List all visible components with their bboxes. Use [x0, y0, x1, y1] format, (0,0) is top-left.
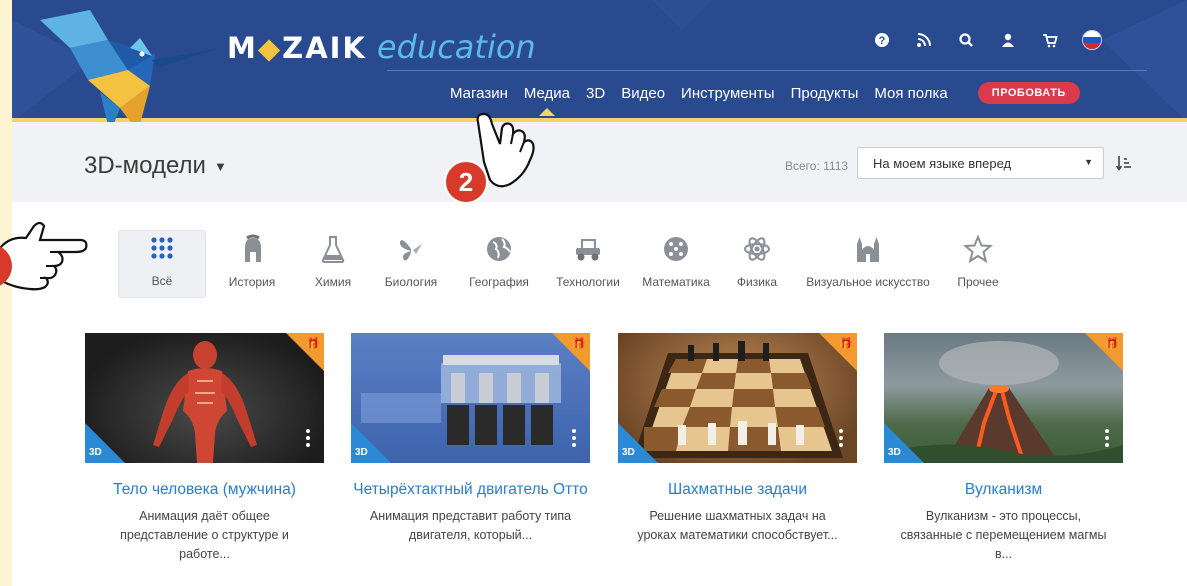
card-title[interactable]: Шахматные задачи: [618, 480, 857, 500]
more-options-icon[interactable]: [572, 429, 578, 450]
hummingbird-logo[interactable]: [30, 8, 220, 122]
gift-icon: 🎁: [1105, 338, 1119, 350]
more-options-icon[interactable]: [839, 429, 845, 450]
page-title-dropdown[interactable]: 3D-модели ▼: [84, 152, 227, 180]
badge-3d-label: 3D: [355, 447, 368, 458]
gift-icon: 🎁: [572, 338, 586, 350]
grid-icon: [145, 231, 179, 265]
category-geography[interactable]: География: [454, 230, 544, 298]
nav-shop[interactable]: Магазин: [442, 85, 516, 102]
star-icon: [961, 232, 995, 266]
sort-order-icon[interactable]: [1115, 154, 1133, 172]
nav-products[interactable]: Продукты: [783, 85, 867, 102]
cart-icon[interactable]: [1040, 30, 1060, 50]
card-thumbnail[interactable]: 🎁 3D: [884, 333, 1123, 463]
media-card[interactable]: 🎁 3D Тело человека (мужчина) Анимация да…: [85, 333, 324, 564]
more-options-icon[interactable]: [306, 429, 312, 450]
card-title[interactable]: Тело человека (мужчина): [85, 480, 324, 500]
caret-down-icon: ▼: [213, 158, 227, 174]
russia-flag-icon[interactable]: [1082, 30, 1102, 50]
mozaik-logo[interactable]: M◆ZAIK education: [227, 28, 536, 68]
try-button[interactable]: ПРОБОВАТЬ: [977, 82, 1080, 104]
search-icon[interactable]: [956, 30, 976, 50]
badge-3d-label: 3D: [888, 447, 901, 458]
gift-icon: 🎁: [839, 338, 853, 350]
category-all[interactable]: Всё: [118, 230, 206, 298]
media-card[interactable]: 🎁 3D Вулканизм Вулканизм - это процессы,…: [884, 333, 1123, 564]
card-description: Вулканизм - это процессы, связанные с пе…: [900, 509, 1107, 561]
category-label: Физика: [736, 275, 778, 289]
header-icons: ?: [872, 30, 1102, 50]
category-label: Всё: [151, 274, 173, 288]
user-icon[interactable]: [998, 30, 1018, 50]
category-physics[interactable]: Физика: [720, 230, 794, 298]
car-icon: [571, 232, 605, 266]
media-card[interactable]: 🎁 3D Шахматные задачи Решение шахматных …: [618, 333, 857, 545]
page-frame: M◆ZAIK education ? Магазин Медиа 3D Виде…: [12, 0, 1187, 586]
sort-select[interactable]: На моем языке вперед ▼: [857, 147, 1104, 179]
category-filter: Всё История Химия Биология География Тех…: [118, 230, 1014, 298]
category-label: Химия: [314, 275, 352, 289]
card-description: Анимация даёт общее представление о стру…: [120, 509, 289, 561]
category-other[interactable]: Прочее: [942, 230, 1014, 298]
card-description: Анимация представит работу типа двигател…: [369, 509, 572, 542]
nav-media[interactable]: Медиа: [516, 85, 578, 116]
category-label: География: [469, 275, 529, 289]
more-options-icon[interactable]: [1105, 429, 1111, 450]
step-number-badge: 2: [444, 160, 488, 204]
sort-selected-value: На моем языке вперед: [873, 156, 1012, 171]
logo-education-text: education: [376, 28, 536, 66]
card-title[interactable]: Четырёхтактный двигатель Отто: [351, 480, 590, 500]
nav-tools[interactable]: Инструменты: [673, 85, 783, 102]
category-label: Прочее: [957, 275, 999, 289]
nav-3d[interactable]: 3D: [578, 85, 613, 102]
category-math[interactable]: Математика: [632, 230, 720, 298]
category-label: История: [228, 275, 276, 289]
flask-icon: [316, 232, 350, 266]
category-technology[interactable]: Технологии: [544, 230, 632, 298]
help-icon[interactable]: ?: [872, 30, 892, 50]
nav-my-shelf[interactable]: Моя полка: [866, 85, 955, 102]
cathedral-icon: [851, 232, 885, 266]
category-biology[interactable]: Биология: [368, 230, 454, 298]
atom-icon: [740, 232, 774, 266]
category-label: Математика: [642, 275, 710, 289]
card-thumbnail[interactable]: 🎁 3D: [618, 333, 857, 463]
pointing-hand-right-icon: [0, 221, 88, 291]
category-history[interactable]: История: [206, 230, 298, 298]
badge-3d-label: 3D: [89, 447, 102, 458]
category-label: Биология: [384, 275, 438, 289]
media-card[interactable]: 🎁 3D Четырёхтактный двигатель Отто Анима…: [351, 333, 590, 545]
category-label: Визуальное искусство: [806, 275, 930, 289]
helmet-icon: [235, 232, 269, 266]
nav-video[interactable]: Видео: [613, 85, 673, 102]
site-header: M◆ZAIK education ? Магазин Медиа 3D Виде…: [12, 0, 1187, 122]
logo-mozaik-text: M◆ZAIK: [227, 31, 367, 65]
card-thumbnail[interactable]: 🎁 3D: [85, 333, 324, 463]
select-arrow-icon: ▼: [1084, 157, 1093, 167]
card-description: Решение шахматных задач на уроках матема…: [637, 509, 838, 542]
logo-divider: [387, 70, 1147, 71]
category-label: Технологии: [556, 275, 620, 289]
title-bar: 3D-модели ▼ Всего: 1113 На моем языке вп…: [12, 122, 1187, 202]
gift-icon: 🎁: [306, 338, 320, 350]
total-count: Всего: 1113: [785, 159, 849, 173]
svg-text:?: ?: [879, 35, 886, 47]
category-chemistry[interactable]: Химия: [298, 230, 368, 298]
dice-icon: [659, 232, 693, 266]
card-title[interactable]: Вулканизм: [884, 480, 1123, 500]
rss-icon[interactable]: [914, 30, 934, 50]
globe-icon: [482, 232, 516, 266]
category-visual-arts[interactable]: Визуальное искусство: [794, 230, 942, 298]
page-title: 3D-модели: [84, 152, 206, 179]
butterfly-icon: [394, 232, 428, 266]
badge-3d-label: 3D: [622, 447, 635, 458]
card-thumbnail[interactable]: 🎁 3D: [351, 333, 590, 463]
